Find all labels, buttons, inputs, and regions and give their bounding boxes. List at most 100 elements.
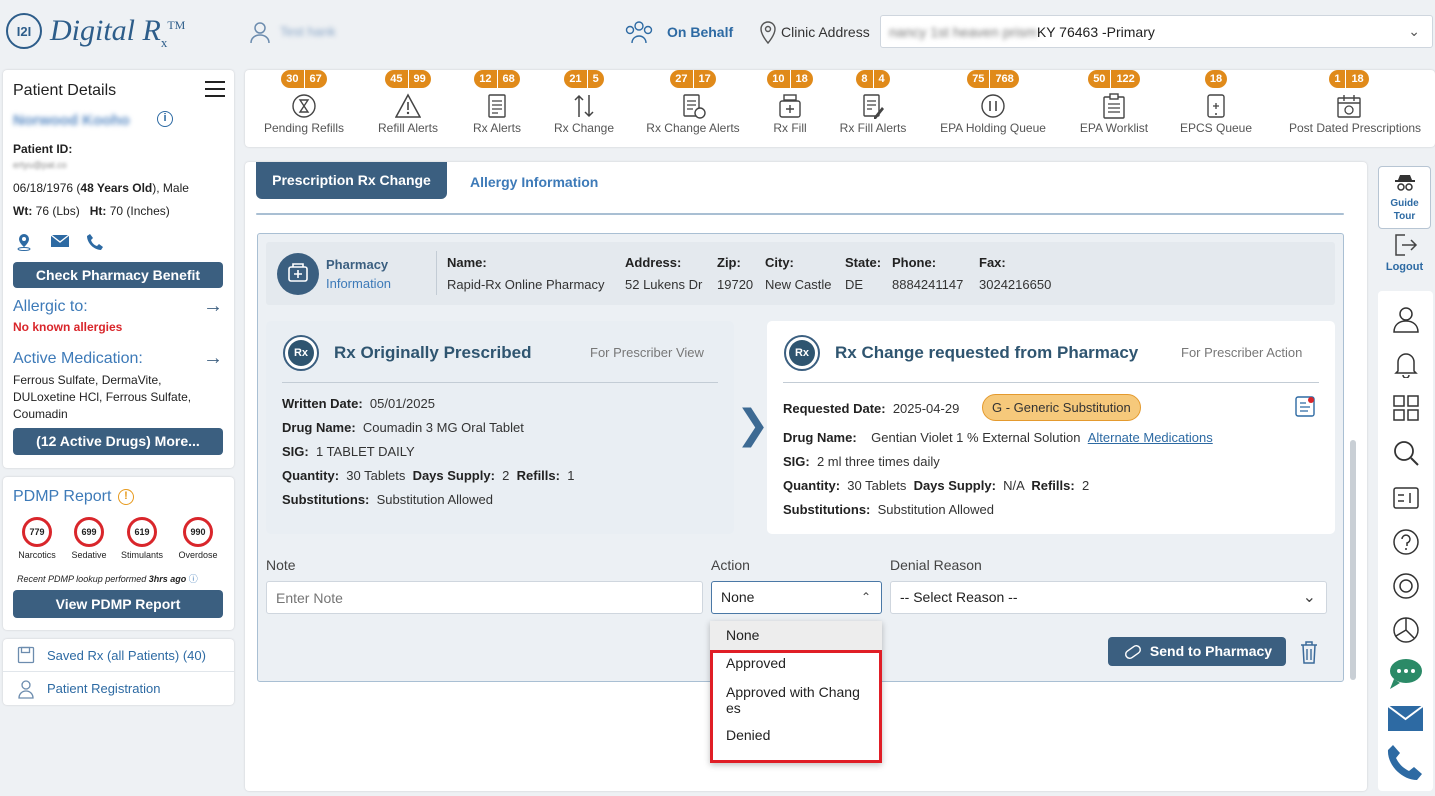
list-card-icon[interactable]: [1392, 484, 1420, 512]
pharmacy-icon: [277, 253, 319, 295]
search-icon[interactable]: [1392, 439, 1420, 467]
quick-links-card: Saved Rx (all Patients) (40) Patient Reg…: [3, 639, 234, 705]
active-medication-list: Ferrous Sulfate, DermaVite, DULoxetine H…: [13, 373, 192, 421]
support-icon[interactable]: [1392, 572, 1420, 600]
sig-row: SIG: 1 TABLET DAILY: [282, 444, 415, 459]
note-time: 3hrs ago: [148, 574, 187, 584]
tab-allergy-information[interactable]: Allergy Information: [470, 174, 598, 190]
toolbar-epcs-queue[interactable]: 18 EPCS Queue: [1156, 70, 1276, 135]
toolbar-label: Pending Refills: [263, 121, 345, 135]
option-none[interactable]: None: [710, 621, 882, 650]
swap-icon: [574, 94, 594, 118]
doctor-icon[interactable]: [248, 20, 272, 44]
patient-id-value: ertyu@pat.co: [13, 160, 67, 170]
gauge-overdose: 990: [183, 517, 213, 547]
change-quantity-row: Quantity: 30 Tablets Days Supply: N/A Re…: [783, 478, 1090, 493]
option-approved-with-changes[interactable]: Approved with Chang es: [710, 684, 882, 716]
phone-call-icon[interactable]: [1387, 743, 1423, 781]
mail-icon[interactable]: [50, 233, 70, 253]
gauge-label: Narcotics: [18, 550, 56, 560]
action-value: None: [721, 589, 755, 605]
spy-icon: [1394, 175, 1415, 191]
substitution-badge: G - Generic Substitution: [982, 394, 1141, 421]
option-approved[interactable]: Approved: [710, 655, 882, 671]
pharmacy-name-label: Name:: [447, 255, 487, 270]
group-icon[interactable]: [624, 19, 654, 45]
toolbar-label: Post Dated Prescriptions: [1289, 121, 1422, 135]
alternate-medications-link[interactable]: Alternate Medications: [1088, 430, 1213, 445]
saved-rx-link[interactable]: Saved Rx (all Patients) (40): [3, 639, 234, 672]
clinic-address-label: Clinic Address: [781, 24, 870, 40]
right-icon-panel: [1378, 291, 1433, 791]
pharmacy-zip: 19720: [717, 277, 754, 292]
written-date-row: Written Date: 05/01/2025: [282, 396, 435, 411]
dashboard-icon[interactable]: [1392, 394, 1420, 422]
denial-reason-value: -- Select Reason --: [900, 589, 1018, 605]
pharmacy-city-label: City:: [765, 255, 794, 270]
more-active-drugs-button[interactable]: (12 Active Drugs) More...: [13, 428, 223, 455]
menu-icon[interactable]: [205, 81, 225, 97]
email-icon[interactable]: [1387, 705, 1424, 732]
pdmp-lookup-note: Recent PDMP lookup performed 3hrs ago ⓘ: [17, 572, 198, 585]
height-label: Ht:: [89, 204, 107, 218]
clinic-address-select[interactable]: nancy 1st heaven prismKY 76463 -Primary …: [880, 15, 1433, 48]
phone-icon[interactable]: [86, 233, 104, 255]
patient-registration-link[interactable]: Patient Registration: [3, 672, 234, 705]
top-header: I2I Digital Rx TM Test hank On Behalf Cli…: [0, 0, 1435, 64]
bell-icon[interactable]: [1392, 350, 1420, 378]
toolbar-label: Rx Fill Alerts: [839, 121, 907, 135]
info-icon[interactable]: i: [157, 111, 173, 127]
height-value: 70 (Inches): [109, 204, 170, 218]
rx-document-icon[interactable]: [1293, 394, 1317, 421]
patient-details-title: Patient Details: [13, 82, 117, 99]
toolbar-label: Rx Change: [553, 121, 615, 135]
guide-tour-button[interactable]: Guide Tour: [1378, 166, 1431, 229]
logout-button[interactable]: Logout: [1378, 232, 1431, 273]
action-select[interactable]: None ⌃: [711, 581, 882, 614]
gauge-value: 990: [183, 517, 213, 547]
pharmacy-fax: 3024216650: [979, 277, 1052, 292]
view-pdmp-report-button[interactable]: View PDMP Report: [13, 590, 223, 618]
pharmacy-address: 52 Lukens Dr: [625, 277, 703, 292]
alert-icon[interactable]: !: [118, 489, 134, 505]
toolbar-post-dated-prescriptions[interactable]: 1 18 Post Dated Prescriptions: [1289, 70, 1422, 135]
clinic-address-blurred: nancy 1st heaven prism: [889, 24, 1037, 40]
arrow-right-icon[interactable]: →: [203, 295, 223, 318]
arrow-right-icon[interactable]: →: [203, 347, 223, 370]
rx-change-title: Rx Change requested from Pharmacy: [835, 343, 1139, 362]
toolbar-rx-change[interactable]: 21 5 Rx Change: [524, 70, 644, 135]
pharmacy-info-box: Pharmacy Information Name: Rapid-Rx Onli…: [266, 242, 1335, 305]
denial-reason-select[interactable]: -- Select Reason -- ⌄: [890, 581, 1327, 614]
toolbar-epa-holding-queue[interactable]: 75 768 EPA Holding Queue: [933, 70, 1053, 135]
count-badge: 75 768: [967, 70, 1019, 88]
help-icon[interactable]: [1392, 528, 1420, 556]
requested-date: 2025-04-29: [892, 401, 960, 416]
gauge-value: 699: [74, 517, 104, 547]
check-pharmacy-benefit-button[interactable]: Check Pharmacy Benefit: [13, 262, 223, 288]
note-label: Note: [266, 557, 296, 573]
hourglass-icon: [292, 94, 316, 118]
gender-value: , Male: [156, 181, 189, 195]
pie-chart-icon[interactable]: [1392, 616, 1420, 644]
scrollbar[interactable]: [1350, 440, 1356, 680]
toolbar-pending-refills[interactable]: 30 67 Pending Refills: [244, 70, 364, 135]
logout-icon: [1394, 234, 1417, 256]
age-value: 48 Years Old: [80, 181, 153, 195]
on-behalf-link[interactable]: On Behalf: [667, 24, 733, 40]
saved-rx-label: Saved Rx (all Patients) (40): [47, 648, 206, 663]
map-pin-icon[interactable]: [15, 233, 33, 255]
tab-prescription-rx-change[interactable]: Prescription Rx Change: [256, 162, 447, 199]
note-input[interactable]: [266, 581, 703, 614]
user-name[interactable]: Test hank: [280, 24, 336, 39]
pharmacy-zip-label: Zip:: [717, 255, 741, 270]
option-denied[interactable]: Denied: [710, 727, 882, 743]
pharmacy-address-label: Address:: [625, 255, 682, 270]
trash-icon[interactable]: [1298, 639, 1320, 665]
chat-icon[interactable]: [1386, 657, 1424, 691]
count-badge: 12 68: [474, 70, 520, 88]
user-profile-icon[interactable]: [1392, 305, 1420, 333]
toolbar-rx-fill-alerts[interactable]: 8 4 Rx Fill Alerts: [813, 70, 933, 135]
patient-name: Norwood Kooho: [13, 112, 130, 129]
send-to-pharmacy-button[interactable]: Send to Pharmacy: [1108, 637, 1286, 666]
divider: [256, 213, 1344, 215]
